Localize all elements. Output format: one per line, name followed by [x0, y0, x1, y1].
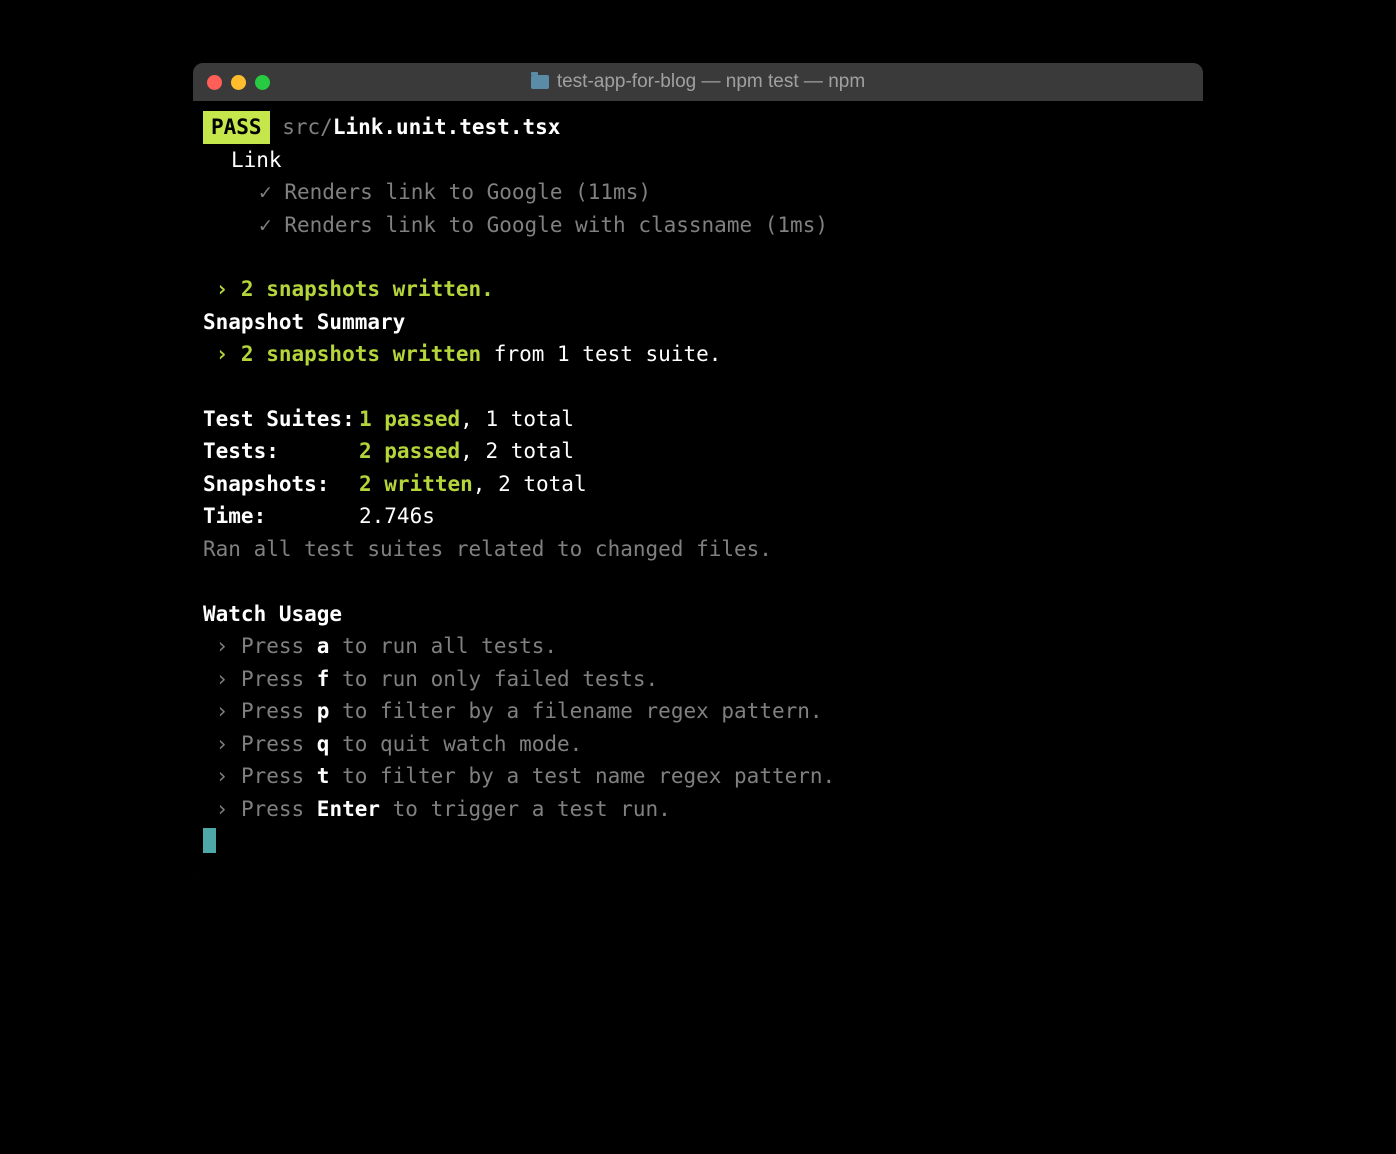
test-name: Renders link to Google: [284, 180, 562, 204]
ran-note: Ran all test suites related to changed f…: [203, 533, 1193, 566]
test-time: (1ms): [765, 213, 828, 237]
snapshots-written: › 2 snapshots written.: [203, 273, 1193, 306]
terminal-window: test-app-for-blog — npm test — npm PASS …: [193, 63, 1203, 878]
test-result: ✓ Renders link to Google with classname …: [203, 209, 1193, 242]
window-title: test-app-for-blog — npm test — npm: [207, 71, 1189, 93]
blank-line: [203, 371, 1193, 403]
blank-line: [203, 566, 1193, 598]
snapshot-summary-line: › 2 snapshots written from 1 test suite.: [203, 338, 1193, 371]
watch-option: › Press Enter to trigger a test run.: [203, 793, 1193, 826]
watch-option: › Press q to quit watch mode.: [203, 728, 1193, 761]
cursor-line: [203, 825, 1193, 858]
snapshot-summary-header: Snapshot Summary: [203, 306, 1193, 339]
stat-time: Time:2.746s: [203, 500, 1193, 533]
file-path-prefix: src/: [282, 115, 333, 139]
test-name: Renders link to Google with classname: [284, 213, 752, 237]
watch-option: › Press p to filter by a filename regex …: [203, 695, 1193, 728]
pass-badge: PASS: [203, 111, 270, 144]
folder-icon: [531, 75, 549, 89]
watch-option: › Press a to run all tests.: [203, 630, 1193, 663]
describe-name: Link: [203, 144, 1193, 177]
traffic-lights: [207, 75, 270, 90]
window-title-text: test-app-for-blog — npm test — npm: [557, 71, 865, 93]
blank-line: [203, 241, 1193, 273]
watch-option: › Press t to filter by a test name regex…: [203, 760, 1193, 793]
pass-line: PASS src/Link.unit.test.tsx: [203, 111, 1193, 144]
titlebar: test-app-for-blog — npm test — npm: [193, 63, 1203, 101]
cursor-icon: [203, 828, 216, 853]
check-icon: ✓: [259, 180, 272, 204]
stat-tests: Tests:2 passed, 2 total: [203, 435, 1193, 468]
check-icon: ✓: [259, 213, 272, 237]
minimize-icon[interactable]: [231, 75, 246, 90]
watch-option: › Press f to run only failed tests.: [203, 663, 1193, 696]
watch-usage-header: Watch Usage: [203, 598, 1193, 631]
close-icon[interactable]: [207, 75, 222, 90]
stat-suites: Test Suites:1 passed, 1 total: [203, 403, 1193, 436]
terminal-body[interactable]: PASS src/Link.unit.test.tsx Link ✓ Rende…: [193, 101, 1203, 878]
file-name: Link.unit.test.tsx: [333, 115, 561, 139]
maximize-icon[interactable]: [255, 75, 270, 90]
test-time: (11ms): [575, 180, 651, 204]
stat-snapshots: Snapshots:2 written, 2 total: [203, 468, 1193, 501]
test-result: ✓ Renders link to Google (11ms): [203, 176, 1193, 209]
